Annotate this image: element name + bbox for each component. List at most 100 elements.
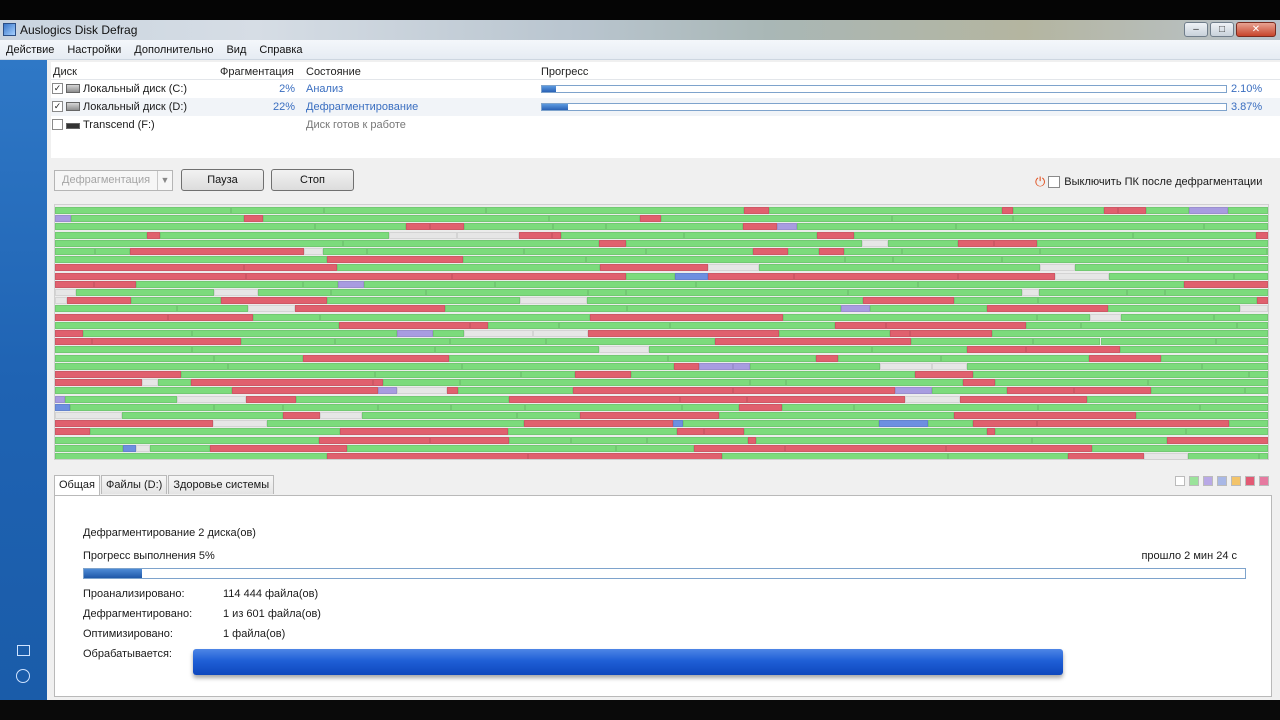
tab-general[interactable]: Общая bbox=[54, 475, 100, 496]
legend-swatch[interactable] bbox=[1203, 476, 1213, 486]
menu-settings[interactable]: Настройки bbox=[67, 44, 121, 56]
cluster-block bbox=[818, 248, 844, 255]
header-progress[interactable]: Прогресс bbox=[541, 66, 588, 78]
cluster-block bbox=[753, 248, 789, 255]
cluster-block bbox=[747, 436, 757, 444]
cluster-block bbox=[1100, 338, 1217, 346]
cluster-block bbox=[485, 207, 745, 214]
tab-files[interactable]: Файлы (D:) bbox=[100, 475, 168, 494]
cluster-block bbox=[941, 354, 1089, 362]
disk-f-checkbox[interactable] bbox=[52, 119, 63, 130]
close-button[interactable]: ✕ bbox=[1236, 22, 1276, 37]
cluster-block bbox=[911, 338, 1034, 346]
cluster-block bbox=[972, 371, 1250, 378]
cluster-block bbox=[1074, 387, 1151, 395]
cluster-block bbox=[962, 379, 995, 387]
disk-row-d[interactable]: ✓ Локальный диск (D:) 22% Дефрагментиров… bbox=[51, 98, 1280, 116]
pause-button[interactable]: Пауза bbox=[181, 169, 264, 191]
cluster-block bbox=[378, 403, 452, 411]
disk-d-checkbox[interactable]: ✓ bbox=[52, 101, 63, 112]
menu-help[interactable]: Справка bbox=[259, 44, 302, 56]
cluster-block bbox=[314, 223, 407, 231]
cluster-block bbox=[668, 354, 817, 362]
cluster-block bbox=[324, 207, 486, 214]
legend-swatch[interactable] bbox=[1259, 476, 1269, 486]
cluster-block bbox=[958, 272, 1056, 280]
cluster-block bbox=[1188, 256, 1268, 264]
cluster-block bbox=[695, 280, 919, 288]
cluster-block bbox=[574, 371, 631, 378]
cluster-row bbox=[55, 313, 1268, 321]
cluster-block bbox=[1026, 346, 1121, 354]
cluster-block bbox=[339, 428, 508, 436]
calendar-icon[interactable] bbox=[17, 645, 30, 656]
cluster-block bbox=[361, 412, 518, 419]
shutdown-option[interactable]: ⏻ Выключить ПК после дефрагментации bbox=[1035, 174, 1262, 190]
cluster-block bbox=[1040, 248, 1267, 255]
cluster-block bbox=[55, 330, 83, 337]
cluster-block bbox=[843, 248, 903, 255]
cluster-block bbox=[372, 379, 383, 387]
cluster-block bbox=[674, 362, 700, 370]
disk-progress-percent: 3.87% bbox=[1231, 101, 1263, 113]
cluster-block bbox=[66, 297, 131, 305]
cluster-row bbox=[55, 436, 1268, 444]
cluster-block bbox=[214, 403, 283, 411]
overall-progress-label: Прогресс выполнения 5% bbox=[83, 550, 215, 562]
cluster-block bbox=[366, 248, 524, 255]
legend-swatch[interactable] bbox=[1231, 476, 1241, 486]
legend-swatch[interactable] bbox=[1245, 476, 1255, 486]
cluster-block bbox=[994, 379, 1148, 387]
cluster-block bbox=[600, 264, 709, 272]
cluster-block bbox=[1237, 321, 1268, 329]
maximize-button[interactable]: □ bbox=[1210, 22, 1234, 37]
header-state[interactable]: Состояние bbox=[306, 66, 361, 78]
cluster-block bbox=[953, 297, 1039, 305]
cluster-block bbox=[785, 444, 946, 452]
clock-icon[interactable] bbox=[16, 669, 30, 683]
legend-swatch[interactable] bbox=[1217, 476, 1227, 486]
menu-action[interactable]: Действие bbox=[6, 44, 54, 56]
menu-view[interactable]: Вид bbox=[226, 44, 246, 56]
cluster-block bbox=[552, 231, 562, 239]
stop-button[interactable]: Стоп bbox=[271, 169, 354, 191]
header-disk[interactable]: Диск bbox=[53, 66, 77, 78]
defrag-summary: Дефрагментирование 2 диска(ов) bbox=[83, 527, 256, 539]
cluster-block bbox=[835, 321, 887, 329]
minimize-button[interactable]: – bbox=[1184, 22, 1208, 37]
tab-system-health[interactable]: Здоровье системы bbox=[168, 475, 275, 494]
disk-progress-percent: 2.10% bbox=[1231, 83, 1263, 95]
cluster-row bbox=[55, 412, 1268, 419]
cluster-block bbox=[647, 436, 748, 444]
cluster-block bbox=[1038, 289, 1127, 296]
cluster-block bbox=[55, 354, 215, 362]
current-file-redacted bbox=[193, 649, 1063, 675]
cluster-block bbox=[732, 387, 895, 395]
defrag-mode-select[interactable]: Дефрагментация ▼ bbox=[54, 170, 173, 191]
cluster-block bbox=[1037, 403, 1201, 411]
cluster-block bbox=[871, 346, 968, 354]
cluster-block bbox=[258, 289, 331, 296]
cluster-block bbox=[434, 346, 599, 354]
shutdown-checkbox[interactable] bbox=[1048, 176, 1061, 188]
menu-advanced[interactable]: Дополнительно bbox=[134, 44, 213, 56]
cluster-block bbox=[210, 444, 347, 452]
disk-row-c[interactable]: ✓ Локальный диск (C:) 2% Анализ 2.10% bbox=[51, 80, 1280, 98]
cluster-block bbox=[55, 321, 340, 329]
cluster-block bbox=[1164, 289, 1268, 296]
cluster-block bbox=[451, 272, 626, 280]
legend-swatch[interactable] bbox=[1189, 476, 1199, 486]
map-legend[interactable] bbox=[1175, 476, 1269, 486]
cluster-block bbox=[708, 264, 759, 272]
cluster-block bbox=[986, 305, 1109, 313]
cluster-block bbox=[1108, 305, 1240, 313]
header-fragmentation[interactable]: Фрагментация bbox=[220, 66, 294, 78]
disk-name: Transcend (F:) bbox=[83, 119, 155, 131]
chevron-down-icon[interactable]: ▼ bbox=[157, 171, 172, 190]
disk-row-f[interactable]: Transcend (F:) Диск готов к работе bbox=[51, 116, 1280, 134]
cluster-block bbox=[1202, 362, 1268, 370]
cluster-block bbox=[253, 313, 321, 321]
disk-c-checkbox[interactable]: ✓ bbox=[52, 83, 63, 94]
cluster-block bbox=[1037, 239, 1268, 247]
legend-swatch[interactable] bbox=[1175, 476, 1185, 486]
